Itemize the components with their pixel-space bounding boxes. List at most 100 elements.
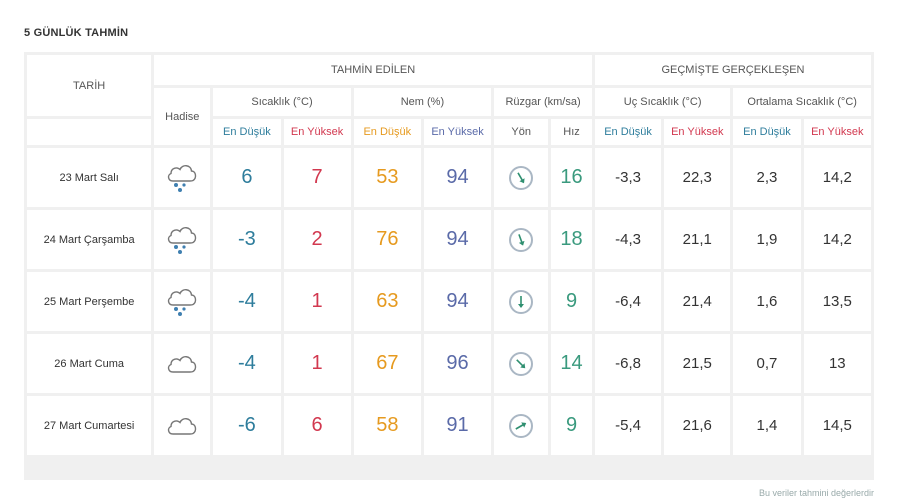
ext-max-cell: 21,4	[664, 272, 731, 331]
hum-min-cell: 76	[353, 210, 421, 269]
page-title: 5 GÜNLÜK TAHMİN	[24, 27, 129, 39]
date-cell: 26 Mart Cuma	[27, 334, 152, 393]
avg-max-cell: 14,5	[803, 396, 871, 455]
avg-max-cell: 14,2	[803, 148, 871, 207]
wind-dir-cell	[494, 210, 549, 269]
avg-min-cell: 1,4	[733, 396, 801, 455]
ext-max-cell: 21,6	[664, 396, 731, 455]
avg-min-cell: 1,6	[733, 272, 801, 331]
temp-min-header: En Düşük	[213, 119, 281, 145]
table-row: 23 Mart Salı 6 7 53 94 16 -3,3 22,3 2,3 …	[27, 148, 871, 207]
date-cell: 24 Mart Çarşamba	[27, 210, 152, 269]
table-row: 25 Mart Perşembe -4 1 63 94 9 -6,4 21,4 …	[27, 272, 871, 331]
temp-min-cell: -6	[213, 396, 281, 455]
temp-max-cell: 2	[283, 210, 351, 269]
avg-min-cell: 2,3	[733, 148, 801, 207]
forecast-group-header: TAHMİN EDİLEN	[154, 55, 592, 85]
event-icon-cell	[154, 148, 211, 207]
temp-min-cell: 6	[213, 148, 281, 207]
wind-dir-cell	[494, 148, 549, 207]
footer-note: Bu veriler tahmini değerlerdir	[758, 488, 874, 498]
event-header: Hadise	[154, 88, 211, 145]
wind-speed-cell: 14	[551, 334, 592, 393]
hum-max-cell: 94	[423, 272, 492, 331]
temp-max-header: En Yüksek	[283, 119, 351, 145]
avg-max-header: En Yüksek	[803, 119, 871, 145]
hum-max-cell: 91	[423, 396, 492, 455]
extreme-temp-header: Uç Sıcaklık (°C)	[594, 88, 731, 116]
ext-min-header: En Düşük	[594, 119, 662, 145]
avg-min-cell: 1,9	[733, 210, 801, 269]
temp-max-cell: 1	[283, 334, 351, 393]
ext-min-cell: -6,4	[594, 272, 662, 331]
wind-speed-header: Hız	[551, 119, 592, 145]
hum-max-header: En Yüksek	[423, 119, 492, 145]
hum-min-cell: 67	[353, 334, 421, 393]
snow-cloud-icon	[168, 226, 197, 254]
wind-speed-cell: 9	[551, 272, 592, 331]
wind-direction-compass	[509, 165, 534, 190]
wind-header: Rüzgar (km/sa)	[494, 88, 592, 116]
hum-min-header: En Düşük	[353, 119, 421, 145]
wind-direction-compass	[509, 351, 534, 376]
wind-dir-header: Yön	[494, 119, 549, 145]
event-icon-cell	[154, 210, 211, 269]
table-row: 27 Mart Cumartesi -6 6 58 91 9 -5,4 21,6…	[27, 396, 871, 455]
cloud-icon	[168, 417, 197, 435]
past-group-header: GEÇMİŞTE GERÇEKLEŞEN	[594, 55, 871, 85]
date-cell: 25 Mart Perşembe	[27, 272, 152, 331]
avg-max-cell: 13	[803, 334, 871, 393]
wind-direction-compass	[509, 289, 534, 314]
wind-arrow-icon	[515, 421, 527, 430]
temperature-header: Sıcaklık (°C)	[213, 88, 351, 116]
temp-max-cell: 7	[283, 148, 351, 207]
ext-max-header: En Yüksek	[664, 119, 731, 145]
ext-min-cell: -3,3	[594, 148, 662, 207]
event-icon-cell	[154, 396, 211, 455]
wind-speed-cell: 9	[551, 396, 592, 455]
temp-min-cell: -3	[213, 210, 281, 269]
hum-min-cell: 58	[353, 396, 421, 455]
table-row: 24 Mart Çarşamba -3 2 76 94 18 -4,3 21,1…	[27, 210, 871, 269]
date-cell: 27 Mart Cumartesi	[27, 396, 152, 455]
ext-max-cell: 21,1	[664, 210, 731, 269]
wind-arrow-icon	[517, 171, 525, 183]
wind-direction-compass	[509, 227, 534, 252]
wind-speed-cell: 16	[551, 148, 592, 207]
ext-max-cell: 21,5	[664, 334, 731, 393]
wind-dir-cell	[494, 272, 549, 331]
hum-max-cell: 96	[423, 334, 492, 393]
wind-speed-cell: 18	[551, 210, 592, 269]
forecast-table: TARİH TAHMİN EDİLEN GEÇMİŞTE GERÇEKLEŞEN…	[24, 52, 874, 458]
cloud-icon	[168, 355, 197, 373]
wind-arrow-icon	[518, 233, 525, 246]
avg-min-header: En Düşük	[733, 119, 801, 145]
hum-max-cell: 94	[423, 148, 492, 207]
ext-min-cell: -5,4	[594, 396, 662, 455]
humidity-header: Nem (%)	[353, 88, 492, 116]
event-icon-cell	[154, 334, 211, 393]
date-cell: 23 Mart Salı	[27, 148, 152, 207]
wind-arrow-icon	[516, 358, 526, 368]
avg-max-cell: 13,5	[803, 272, 871, 331]
forecast-panel: TARİH TAHMİN EDİLEN GEÇMİŞTE GERÇEKLEŞEN…	[24, 52, 874, 480]
ext-max-cell: 22,3	[664, 148, 731, 207]
hum-min-cell: 53	[353, 148, 421, 207]
snow-cloud-icon	[168, 288, 197, 316]
ext-min-cell: -6,8	[594, 334, 662, 393]
wind-dir-cell	[494, 396, 549, 455]
average-temp-header: Ortalama Sıcaklık (°C)	[733, 88, 871, 116]
wind-direction-compass	[509, 413, 534, 438]
snow-cloud-icon	[168, 164, 197, 192]
date-header: TARİH	[27, 55, 152, 116]
wind-dir-cell	[494, 334, 549, 393]
temp-max-cell: 1	[283, 272, 351, 331]
date-header-spacer	[27, 119, 152, 145]
temp-min-cell: -4	[213, 272, 281, 331]
wind-arrow-icon	[518, 295, 525, 308]
temp-min-cell: -4	[213, 334, 281, 393]
hum-max-cell: 94	[423, 210, 492, 269]
avg-max-cell: 14,2	[803, 210, 871, 269]
avg-min-cell: 0,7	[733, 334, 801, 393]
table-row: 26 Mart Cuma -4 1 67 96 14 -6,8 21,5 0,7…	[27, 334, 871, 393]
